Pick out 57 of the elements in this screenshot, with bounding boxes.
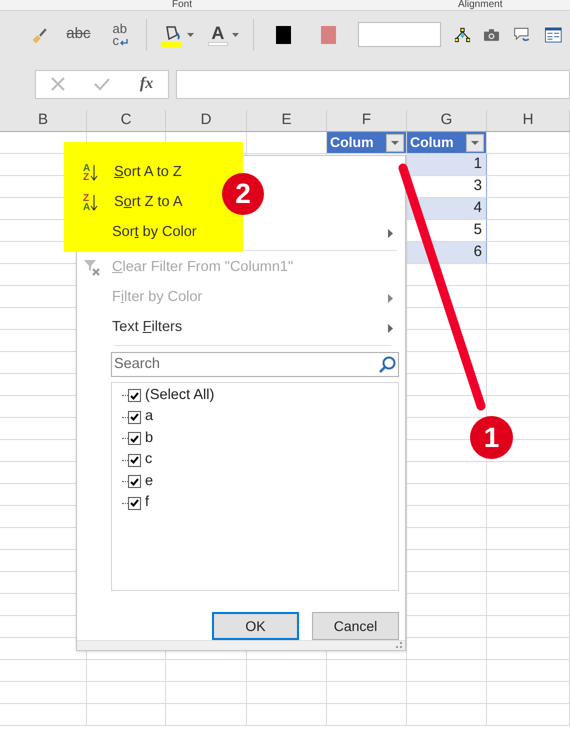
menu-item[interactable]: Text Filters <box>77 313 405 343</box>
color-swatch[interactable] <box>320 26 336 44</box>
caret-icon <box>471 140 479 144</box>
search-field[interactable]: Search <box>111 352 399 377</box>
checkbox-label: a <box>145 407 154 426</box>
strikethrough-button[interactable]: abc <box>62 23 94 46</box>
form-icon[interactable] <box>545 26 562 44</box>
checkbox[interactable] <box>128 475 141 488</box>
insert-function-button[interactable]: fx <box>140 72 154 96</box>
submenu-arrow-icon <box>388 228 393 238</box>
checkbox[interactable] <box>128 454 141 467</box>
column-header[interactable]: E <box>247 110 327 131</box>
checkbox[interactable] <box>128 496 141 510</box>
dialog-button[interactable]: Cancel <box>312 612 399 640</box>
column-header[interactable]: G <box>407 110 487 131</box>
camera-icon[interactable] <box>484 28 500 42</box>
column-header[interactable]: H <box>487 110 570 131</box>
table-cell: 1 <box>407 154 487 175</box>
caret-icon <box>391 140 399 144</box>
filter-dropdown-button[interactable] <box>386 134 404 152</box>
table-header-cell: Colum <box>407 132 487 153</box>
color-swatch[interactable] <box>276 26 291 44</box>
step-badge: 1 <box>470 416 513 459</box>
column-header[interactable]: F <box>327 110 407 131</box>
search-icon[interactable] <box>378 356 396 374</box>
checkbox-label: c <box>145 450 152 470</box>
checkbox[interactable] <box>128 432 141 446</box>
font-color-button[interactable]: A <box>208 24 228 46</box>
filter-dropdown-button[interactable] <box>466 134 484 152</box>
resize-grip-icon[interactable] <box>395 641 403 649</box>
checkbox[interactable] <box>128 389 141 402</box>
menu-item[interactable]: A Z Sort A to Z <box>77 158 194 188</box>
checkbox-label: (Select All) <box>145 386 214 405</box>
group-label: Alignment <box>458 0 502 10</box>
wrap-text-button[interactable]: ab c <box>108 22 132 46</box>
checkbox[interactable] <box>128 410 141 424</box>
search-input[interactable]: Search <box>114 354 378 376</box>
submenu-arrow-icon <box>388 324 393 332</box>
caret-icon[interactable] <box>232 32 239 36</box>
checkmark-icon[interactable] <box>94 77 110 91</box>
menu-item[interactable]: Sort by Color <box>77 218 405 248</box>
group-label: Font <box>172 0 192 10</box>
checkbox-label: b <box>145 428 154 448</box>
formula-input[interactable] <box>176 70 570 98</box>
menu-item[interactable]: Z A Sort Z to A <box>77 188 195 218</box>
text-field[interactable] <box>358 22 442 47</box>
caret-icon[interactable] <box>186 32 194 36</box>
checkbox-label: e <box>145 472 154 491</box>
checkbox-label: f <box>145 493 150 512</box>
submenu-arrow-icon <box>388 294 393 302</box>
diagram-icon[interactable] <box>455 26 470 42</box>
column-header[interactable]: B <box>0 110 87 131</box>
return-arrow-icon <box>118 38 128 46</box>
column-header[interactable]: C <box>87 110 166 131</box>
table-header-cell: Colum <box>327 132 407 153</box>
dialog-button[interactable]: OK <box>212 612 299 640</box>
column-header[interactable]: D <box>166 110 247 131</box>
